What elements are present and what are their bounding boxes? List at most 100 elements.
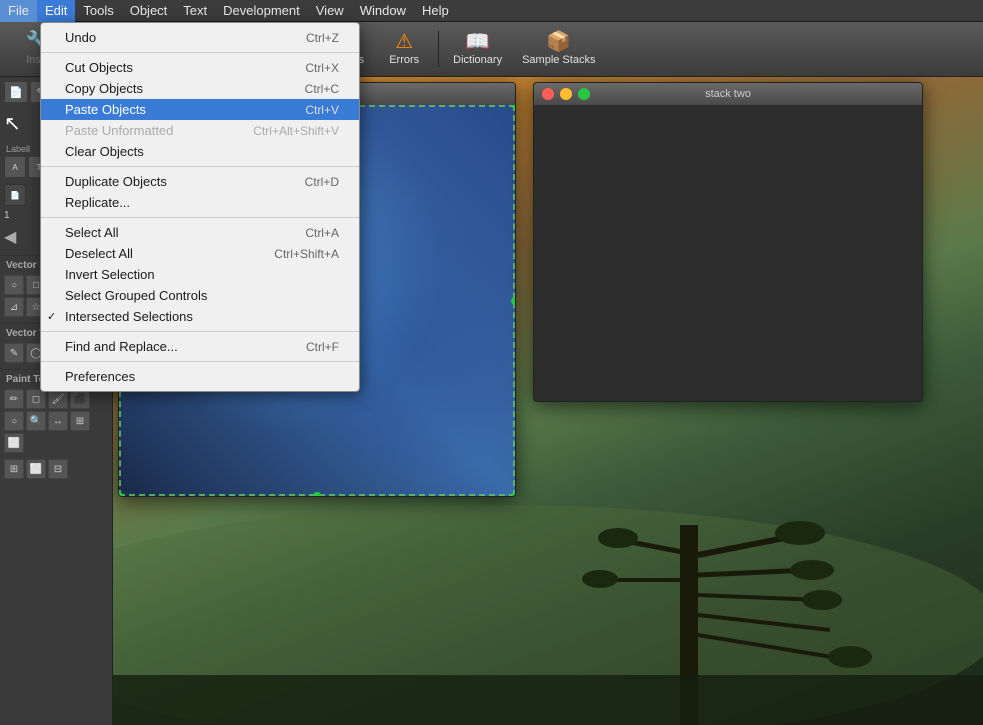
paint-tool-eraser[interactable]: ○ (4, 411, 24, 431)
menu-item-clear[interactable]: Clear Objects (41, 141, 359, 162)
errors-icon: ⚠ (395, 32, 413, 52)
menu-window[interactable]: Window (352, 0, 414, 22)
menu-sep-4 (41, 331, 359, 332)
sidebar-tool-1[interactable]: 📄 (4, 81, 28, 103)
shape-tool-triangle[interactable]: ⊿ (4, 297, 24, 317)
min-btn-2[interactable] (560, 88, 572, 100)
edit-dropdown-menu: Undo Ctrl+Z Cut Objects Ctrl+X Copy Obje… (40, 22, 360, 392)
paint-tool-lasso[interactable]: ⬜ (4, 433, 24, 453)
handle-br[interactable] (511, 492, 515, 496)
toolbar-sample-stacks-label: Sample Stacks (522, 54, 595, 66)
menu-item-paste-shortcut: Ctrl+V (305, 103, 339, 117)
menu-item-paste-unformatted-shortcut: Ctrl+Alt+Shift+V (253, 124, 339, 138)
dictionary-icon: 📖 (465, 32, 490, 52)
svg-text:Y FORD: Y FORD (435, 257, 515, 289)
close-btn-2[interactable] (542, 88, 554, 100)
paint-tool-extra1[interactable]: ⊞ (4, 459, 24, 479)
paint-tool-brush[interactable]: 🖌 (48, 389, 68, 409)
stack-2-title: stack two (705, 88, 751, 100)
paint-tool-select[interactable]: ⊞ (70, 411, 90, 431)
menu-item-duplicate-label: Duplicate Objects (65, 174, 167, 189)
handle-mr[interactable] (511, 297, 515, 305)
toolbar-dictionary-label: Dictionary (453, 54, 502, 66)
menubar: File Edit Tools Object Text Development … (0, 0, 983, 22)
menu-file[interactable]: File (0, 0, 37, 22)
menu-item-cut[interactable]: Cut Objects Ctrl+X (41, 57, 359, 78)
menu-item-replicate-label: Replicate... (65, 195, 130, 210)
menu-item-deselect-all-label: Deselect All (65, 246, 133, 261)
toolbar-errors-btn[interactable]: ⚠ Errors (374, 26, 434, 72)
menu-item-find-replace-label: Find and Replace... (65, 339, 178, 354)
menu-sep-3 (41, 217, 359, 218)
paint-tools-row: ✏ ◻ 🖌 ⬛ ○ 🔍 ↔ ⊞ ⬜ (0, 387, 112, 455)
menu-view[interactable]: View (308, 0, 352, 22)
menu-item-cut-label: Cut Objects (65, 60, 133, 75)
menu-item-invert-selection[interactable]: Invert Selection (41, 264, 359, 285)
menu-item-replicate[interactable]: Replicate... (41, 192, 359, 213)
menu-item-deselect-all[interactable]: Deselect All Ctrl+Shift+A (41, 243, 359, 264)
menu-item-paste-unformatted: Paste Unformatted Ctrl+Alt+Shift+V (41, 120, 359, 141)
paint-tool-extra3[interactable]: ⊟ (48, 459, 68, 479)
menu-item-copy-shortcut: Ctrl+C (305, 82, 339, 96)
menu-item-duplicate-shortcut: Ctrl+D (305, 175, 339, 189)
paint-tool-rect[interactable]: ◻ (26, 389, 46, 409)
menu-item-deselect-all-shortcut: Ctrl+Shift+A (274, 247, 339, 261)
shape-tool-ellipse[interactable]: ○ (4, 275, 24, 295)
menu-check-intersected: ✓ (47, 310, 56, 323)
handle-tr[interactable] (511, 105, 515, 109)
menu-text[interactable]: Text (175, 0, 215, 22)
menu-item-undo[interactable]: Undo Ctrl+Z (41, 27, 359, 48)
sidebar-collapse-btn[interactable]: ◀ (4, 227, 16, 247)
toolbar-sep-4 (438, 31, 439, 67)
menu-item-clear-label: Clear Objects (65, 144, 144, 159)
stack-2-content (534, 105, 922, 401)
menu-item-paste-unformatted-label: Paste Unformatted (65, 123, 173, 138)
menu-item-select-all-shortcut: Ctrl+A (305, 226, 339, 240)
menu-development[interactable]: Development (215, 0, 308, 22)
menu-item-find-replace[interactable]: Find and Replace... Ctrl+F (41, 336, 359, 357)
paint-tools-row-2: ⊞ ⬜ ⊟ (0, 457, 112, 481)
handle-bc[interactable] (313, 492, 321, 496)
menu-item-duplicate[interactable]: Duplicate Objects Ctrl+D (41, 171, 359, 192)
menu-edit[interactable]: Edit (37, 0, 75, 22)
paint-tool-zoom[interactable]: 🔍 (26, 411, 46, 431)
menu-item-cut-shortcut: Ctrl+X (305, 61, 339, 75)
paint-tool-pencil[interactable]: ✏ (4, 389, 24, 409)
menu-item-invert-selection-label: Invert Selection (65, 267, 155, 282)
max-btn-2[interactable] (578, 88, 590, 100)
stack-window-2[interactable]: stack two (533, 82, 923, 402)
menu-item-paste[interactable]: Paste Objects Ctrl+V (41, 99, 359, 120)
menu-sep-5 (41, 361, 359, 362)
paint-tool-extra2[interactable]: ⬜ (26, 459, 46, 479)
toolbar-sample-stacks-btn[interactable]: 📦 Sample Stacks (512, 26, 605, 72)
sidebar-label-btn[interactable]: A (4, 156, 26, 178)
menu-item-intersected-label: Intersected Selections (65, 309, 193, 324)
vector-tool-pen[interactable]: ✎ (4, 343, 24, 363)
stack-2-titlebar: stack two (534, 83, 922, 105)
menu-item-find-replace-shortcut: Ctrl+F (306, 340, 339, 354)
menu-item-undo-shortcut: Ctrl+Z (306, 31, 339, 45)
menu-item-copy[interactable]: Copy Objects Ctrl+C (41, 78, 359, 99)
toolbar-dictionary-btn[interactable]: 📖 Dictionary (443, 26, 512, 72)
menu-item-select-all-label: Select All (65, 225, 118, 240)
menu-sep-2 (41, 166, 359, 167)
menu-item-paste-label: Paste Objects (65, 102, 146, 117)
menu-item-preferences-label: Preferences (65, 369, 135, 384)
menu-object[interactable]: Object (122, 0, 176, 22)
main-cursor-icon: ↖ (4, 111, 21, 136)
menu-item-copy-label: Copy Objects (65, 81, 143, 96)
paint-tool-fill[interactable]: ⬛ (70, 389, 90, 409)
menu-item-select-grouped[interactable]: Select Grouped Controls (41, 285, 359, 306)
menu-sep-1 (41, 52, 359, 53)
paint-tool-move[interactable]: ↔ (48, 411, 68, 431)
menu-help[interactable]: Help (414, 0, 457, 22)
menu-item-undo-label: Undo (65, 30, 96, 45)
sidebar-num-item[interactable]: 📄 (4, 184, 26, 206)
toolbar-errors-label: Errors (389, 54, 419, 66)
menu-item-preferences[interactable]: Preferences (41, 366, 359, 387)
menu-tools[interactable]: Tools (75, 0, 121, 22)
menu-item-select-all[interactable]: Select All Ctrl+A (41, 222, 359, 243)
menu-item-select-grouped-label: Select Grouped Controls (65, 288, 207, 303)
handle-bl[interactable] (119, 492, 123, 496)
menu-item-intersected[interactable]: ✓ Intersected Selections (41, 306, 359, 327)
